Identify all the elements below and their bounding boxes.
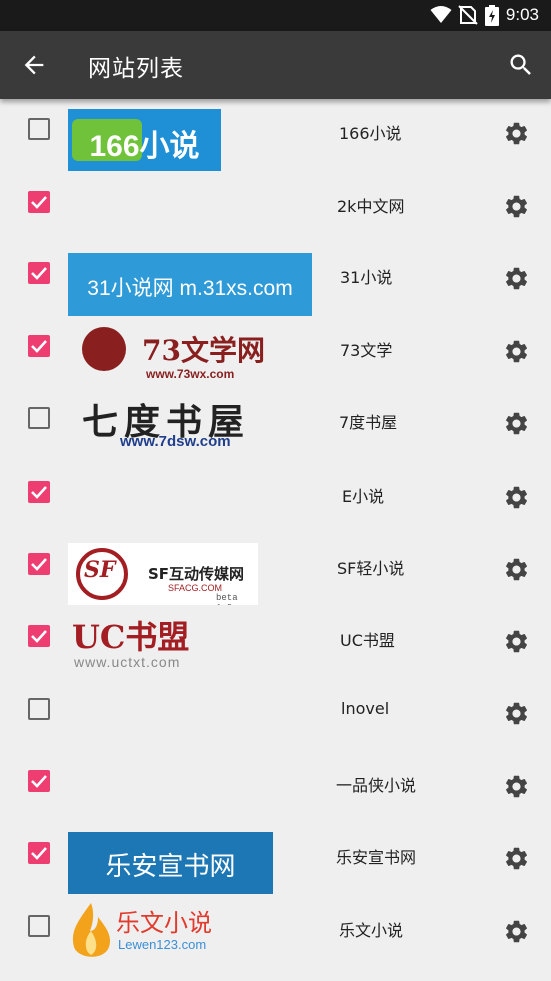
site-logo: 乐安宣书网 [68,832,273,894]
site-row[interactable]: 166小说 166小说 [0,99,551,172]
site-checkbox[interactable] [28,118,50,140]
gear-icon[interactable] [503,628,530,655]
site-logo: 73文学网 www.73wx.com [82,325,266,381]
site-name: E小说 [342,486,385,506]
site-row[interactable]: 73文学网 www.73wx.com 73文学 [0,317,551,390]
site-name: lnovel [341,699,390,718]
site-name: 乐文小说 [339,920,404,940]
site-name: 31小说 [340,268,393,287]
site-logo: 乐文小说 Lewen123.com [68,901,223,965]
no-sim-icon [458,5,478,25]
gear-icon[interactable] [503,845,530,872]
site-row[interactable]: E小说 [0,462,551,535]
status-time: 9:03 [505,5,539,24]
site-row[interactable]: 七度书屋 www.7dsw.com 7度书屋 [0,389,551,462]
site-row[interactable]: 一品侠小说 [0,752,551,825]
site-row[interactable]: lnovel [0,679,551,752]
gear-icon[interactable] [503,193,530,220]
site-row[interactable]: SF SF互动传媒网 SFACG.COM beta 1.0 SF轻小说 [0,534,551,607]
site-checkbox[interactable] [28,624,50,647]
site-checkbox[interactable] [28,553,50,575]
site-name: SF轻小说 [337,559,405,578]
battery-charging-icon [485,5,499,26]
gear-icon[interactable] [503,338,530,365]
site-checkbox[interactable] [28,769,50,792]
site-row[interactable]: 乐安宣书网 乐安宣书网 [0,824,551,897]
site-checkbox[interactable] [28,914,50,937]
site-checkbox[interactable] [28,190,50,213]
site-checkbox[interactable] [28,407,50,429]
site-row[interactable]: UC书盟 www.uctxt.com UC书盟 [0,607,551,680]
site-name: UC书盟 [340,630,395,650]
site-checkbox[interactable] [28,480,50,503]
gear-icon[interactable] [503,410,530,437]
site-logo: UC书盟 www.uctxt.com [72,617,190,670]
site-row[interactable]: 乐文小说 Lewen123.com 乐文小说 [0,897,551,970]
gear-icon[interactable] [503,700,530,727]
site-logo: 七度书屋 www.7dsw.com [82,401,251,450]
site-logo: SF SF互动传媒网 SFACG.COM beta 1.0 [68,543,258,605]
site-row[interactable]: 2k中文网 [0,172,551,245]
site-name: 7度书屋 [339,413,398,432]
gear-icon[interactable] [503,484,530,511]
gear-icon[interactable] [503,556,530,583]
site-logo: 31小说网 m.31xs.com [68,253,312,316]
site-name: 2k中文网 [337,196,405,216]
site-name: 166小说 [339,124,402,143]
site-checkbox[interactable] [28,842,50,864]
gear-icon[interactable] [503,773,530,800]
site-list: 166小说 166小说 2k中文网 31小说网 m.31xs.com 31小说 … [0,99,551,969]
site-name: 73文学 [340,340,393,360]
gear-icon[interactable] [503,918,530,945]
wifi-icon [430,6,452,23]
search-icon[interactable] [507,51,535,79]
page-title: 网站列表 [88,56,184,82]
site-logo: 166小说 [68,109,221,171]
app-bar: 网站列表 [0,31,551,99]
site-checkbox[interactable] [28,262,50,284]
gear-icon[interactable] [503,265,530,292]
gear-icon[interactable] [503,120,530,147]
site-checkbox[interactable] [28,334,50,357]
site-row[interactable]: 31小说网 m.31xs.com 31小说 [0,244,551,317]
status-bar: 9:03 [0,0,551,31]
site-name: 一品侠小说 [336,775,417,795]
site-checkbox[interactable] [28,698,50,720]
site-name: 乐安宣书网 [336,848,417,867]
arrow-back-icon[interactable] [20,51,48,79]
flame-icon [72,902,110,957]
